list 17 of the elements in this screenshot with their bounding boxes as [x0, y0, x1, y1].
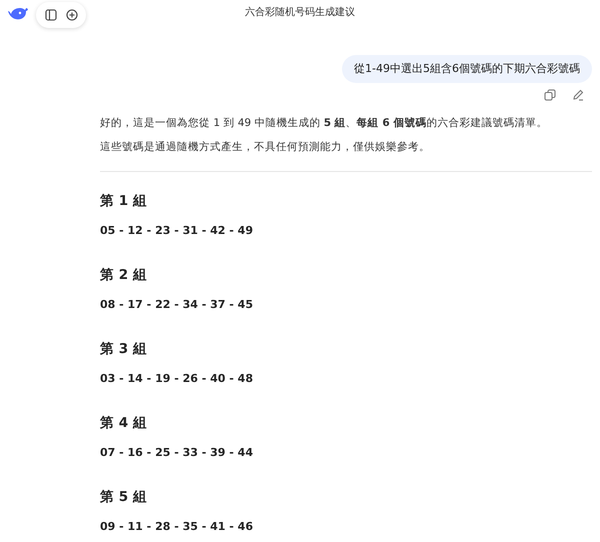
number-list: 09 - 11 - 28 - 35 - 41 - 46 [100, 519, 592, 535]
group-heading: 第 2 組 [100, 266, 148, 284]
group-heading: 第 1 組 [100, 192, 148, 210]
answer-paragraph: 這些號碼是通過隨機方式產生，不具任何預測能力，僅供娛樂參考。 [100, 140, 431, 155]
whale-logo-icon[interactable] [8, 6, 28, 22]
number-list: 03 - 14 - 19 - 26 - 40 - 48 [100, 371, 592, 387]
number-list: 08 - 17 - 22 - 34 - 37 - 45 [100, 297, 592, 313]
answer-paragraph: 好的，這是一個為您從 1 到 49 中隨機生成的 5 組、每組 6 個號碼的六合彩建議號碼清單。 [100, 116, 548, 131]
number-list: 05 - 12 - 23 - 31 - 42 - 49 [100, 223, 592, 239]
number-list: 07 - 16 - 25 - 33 - 39 - 44 [100, 445, 592, 461]
copy-icon[interactable] [544, 89, 556, 101]
group-heading: 第 3 組 [100, 340, 148, 358]
chat-title: 六合彩随机号码生成建议 [245, 8, 355, 18]
group-heading: 第 5 組 [100, 488, 148, 506]
edit-icon[interactable] [572, 89, 584, 101]
user-message: 從1-49中選出5組含6個號碼的下期六合彩號碼 [342, 55, 592, 83]
group-heading: 第 4 組 [100, 414, 148, 432]
